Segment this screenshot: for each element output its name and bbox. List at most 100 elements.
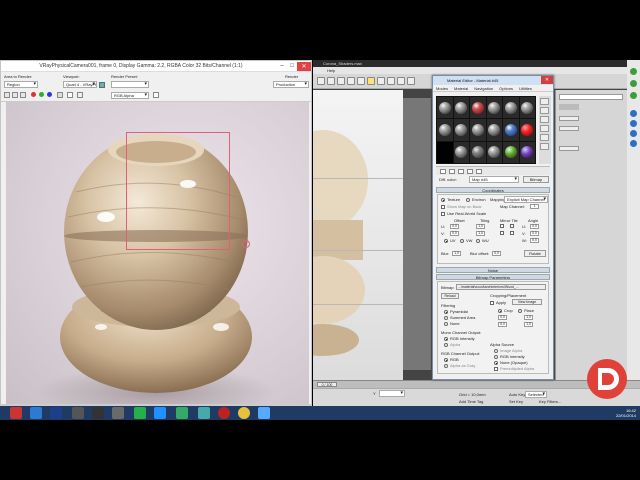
material-slot[interactable] (519, 97, 535, 119)
app-icon[interactable] (238, 407, 250, 419)
map-name-field[interactable]: Map #45 (469, 176, 519, 183)
material-slot[interactable] (486, 141, 502, 163)
app-icon[interactable] (218, 407, 230, 419)
add-time-tag-button[interactable]: Add Time Tag (459, 399, 483, 404)
region-handle-icon[interactable] (242, 240, 250, 248)
material-slot[interactable] (503, 119, 519, 141)
v-mirror-checkbox[interactable] (500, 231, 504, 235)
material-slot[interactable] (503, 97, 519, 119)
rgb-intensity2-radio[interactable] (494, 355, 498, 359)
h-crop-spinner[interactable]: 1,0 (524, 322, 533, 327)
wu-radio[interactable] (476, 239, 480, 243)
skype-icon[interactable] (134, 407, 146, 419)
blue-tool-icon[interactable] (630, 130, 637, 137)
bitmap-parameters-rollout[interactable]: Bitmap Parameters (436, 274, 550, 280)
material-slot[interactable] (453, 119, 469, 141)
menu-modes[interactable]: Modes (436, 85, 448, 91)
options-icon[interactable] (540, 143, 549, 150)
summed-area-radio[interactable] (444, 316, 448, 320)
material-slot[interactable] (486, 119, 502, 141)
alpha-channel-icon[interactable] (57, 92, 63, 98)
panel-field[interactable] (559, 126, 579, 131)
clone-icon[interactable] (20, 92, 26, 98)
material-slot[interactable] (437, 97, 453, 119)
blue-tool-icon[interactable] (630, 140, 637, 147)
app-icon[interactable] (112, 407, 124, 419)
put-to-scene-icon[interactable] (449, 169, 455, 174)
max-menu-help[interactable]: Help (313, 67, 640, 74)
app-icon[interactable] (72, 407, 84, 419)
perspective-viewport[interactable] (278, 90, 403, 380)
material-slot[interactable] (470, 141, 486, 163)
assign-material-icon[interactable] (458, 169, 464, 174)
material-slot[interactable] (519, 141, 535, 163)
redo-icon[interactable] (327, 77, 335, 85)
app-icon[interactable] (176, 407, 188, 419)
mirror-icon[interactable] (407, 77, 415, 85)
map-type-button[interactable]: Bitmap (523, 176, 549, 183)
set-key-button[interactable]: Set Key (509, 399, 523, 404)
sample-type-icon[interactable] (540, 98, 549, 105)
key-filters-button[interactable]: Key Filters... (539, 399, 561, 404)
uv-radio[interactable] (444, 239, 448, 243)
u-crop-spinner[interactable]: 0,0 (498, 315, 507, 320)
backlight-icon[interactable] (540, 107, 549, 114)
render-preset-dropdown[interactable] (111, 81, 149, 88)
material-slot[interactable] (437, 119, 453, 141)
app-icon[interactable] (154, 407, 166, 419)
color-swatch-icon[interactable] (153, 92, 159, 98)
system-clock[interactable]: 16:42 22/01/2014 (616, 408, 636, 418)
background-icon[interactable] (540, 116, 549, 123)
viewport-dropdown[interactable]: Quad 4 - VRayPh (63, 81, 97, 88)
show-map-icon[interactable] (476, 169, 482, 174)
object-name-field[interactable] (559, 94, 623, 100)
u-angle-spinner[interactable]: 0,0 (530, 224, 539, 229)
material-slot[interactable] (470, 119, 486, 141)
blur-offset-spinner[interactable]: 0,0 (492, 251, 501, 256)
rotate-button[interactable]: Rotate (524, 250, 546, 257)
coord-field[interactable] (379, 390, 405, 397)
u-offset-spinner[interactable]: 0,0 (450, 224, 459, 229)
image-alpha-radio[interactable] (494, 349, 498, 353)
menu-navigation[interactable]: Navigation (474, 85, 493, 91)
crop-radio[interactable] (498, 309, 502, 313)
v-crop-spinner[interactable]: 0,0 (498, 322, 507, 327)
none-opaque-radio[interactable] (494, 361, 498, 365)
app-icon[interactable] (198, 407, 210, 419)
menu-utilities[interactable]: Utilities (519, 85, 532, 91)
u-tile-checkbox[interactable] (510, 224, 514, 228)
menu-options[interactable]: Options (499, 85, 513, 91)
pyramidal-radio[interactable] (444, 310, 448, 314)
panel-button[interactable] (559, 104, 579, 110)
menu-material[interactable]: Material (454, 85, 468, 91)
material-slot[interactable] (519, 119, 535, 141)
real-world-scale-checkbox[interactable] (441, 212, 445, 216)
selected-dropdown[interactable]: Selected (525, 391, 547, 398)
w-angle-spinner[interactable]: 0,0 (530, 238, 539, 243)
select-icon[interactable] (347, 77, 355, 85)
blue-tool-icon[interactable] (630, 120, 637, 127)
show-map-on-back-checkbox[interactable] (441, 205, 445, 209)
undo-icon[interactable] (317, 77, 325, 85)
green-tool-icon[interactable] (630, 68, 637, 75)
panel-field[interactable] (559, 146, 579, 151)
save-icon[interactable] (4, 92, 10, 98)
material-slot[interactable] (453, 141, 469, 163)
premultiplied-alpha-checkbox[interactable] (494, 367, 498, 371)
blue-tool-icon[interactable] (630, 110, 637, 117)
monochrome-icon[interactable] (67, 92, 73, 98)
u-tiling-spinner[interactable]: 1,0 (476, 224, 485, 229)
material-slot[interactable] (453, 97, 469, 119)
green-tool-icon[interactable] (630, 80, 637, 87)
render-canvas[interactable] (6, 102, 309, 404)
auto-key-button[interactable]: Auto Key (509, 392, 525, 397)
coordinates-rollout[interactable]: Coordinates (436, 187, 550, 193)
get-material-icon[interactable] (440, 169, 446, 174)
material-slot[interactable] (470, 97, 486, 119)
red-channel-icon[interactable] (31, 92, 36, 97)
copy-icon[interactable] (12, 92, 18, 98)
reset-map-icon[interactable] (467, 169, 473, 174)
alpha-radio[interactable] (444, 343, 448, 347)
render-mode-dropdown[interactable]: Production (273, 81, 309, 88)
channel-dropdown[interactable]: RGB Alpha (111, 92, 149, 99)
